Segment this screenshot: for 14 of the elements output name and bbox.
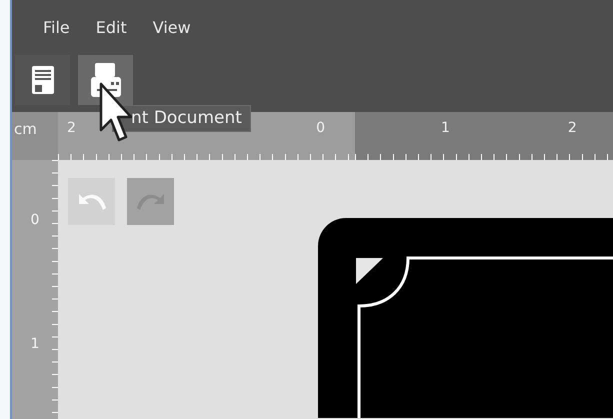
menu-item[interactable]: File [43,18,70,37]
menu-item[interactable]: View [152,18,191,37]
save-button[interactable] [15,55,70,105]
menu-item[interactable]: Edit [96,18,127,37]
ruler-unit: cm [12,112,58,160]
print-button[interactable] [78,55,133,105]
ruler-label: 1 [30,336,40,352]
ruler-label: 2 [568,120,577,136]
ruler-label: 1 [441,120,450,136]
ruler-label: 0 [316,120,325,136]
tooltip: nt Document [112,105,251,132]
mouse-pointer-icon [98,82,132,144]
ruler-label: 2 [67,120,76,136]
ruler-label: 0 [30,212,40,228]
